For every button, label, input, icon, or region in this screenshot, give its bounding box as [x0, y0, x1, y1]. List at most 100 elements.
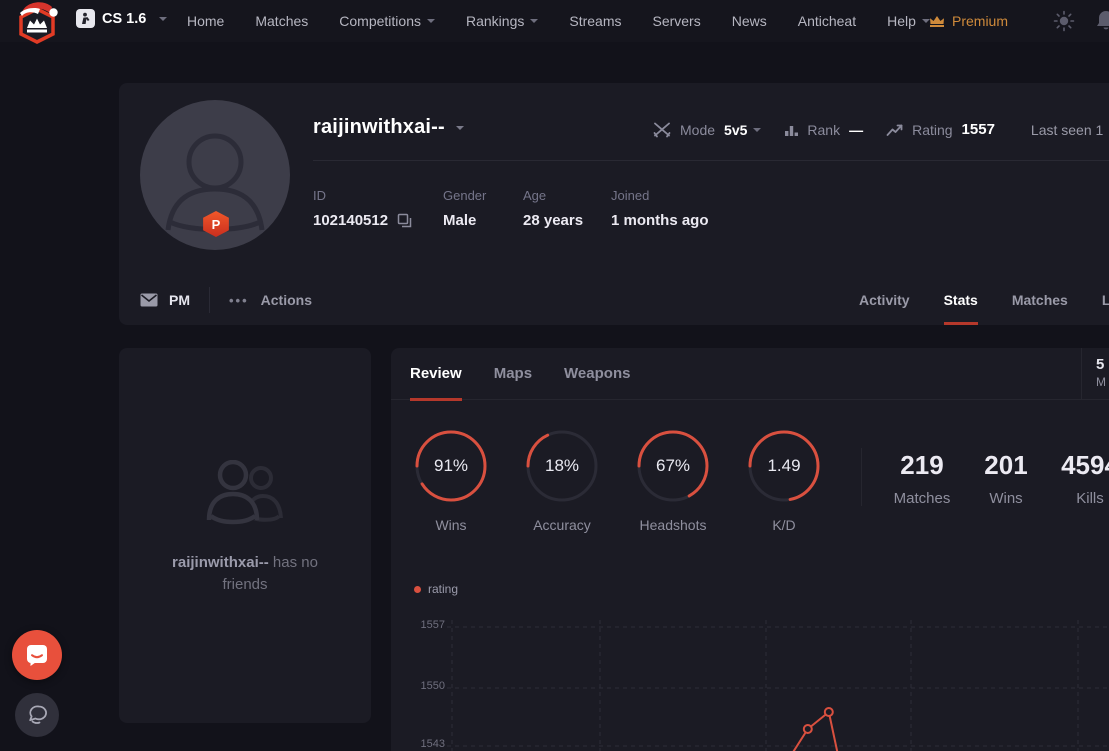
rating-trend-icon — [886, 123, 904, 137]
headshots-percent: 67% — [655, 456, 691, 475]
copy-icon[interactable] — [397, 213, 412, 228]
nav-rankings[interactable]: Rankings — [466, 13, 539, 29]
crossed-swords-icon — [653, 122, 672, 138]
nav-news[interactable]: News — [732, 13, 767, 29]
nav-help[interactable]: Help — [887, 13, 930, 29]
legend-dot-icon — [414, 585, 421, 593]
info-age: Age 28 years — [523, 188, 611, 229]
player-info-row: ID 102140512 Gender Male Age 28 years Jo… — [313, 188, 709, 229]
profile-tabs: Activity Stats Matches Le — [859, 275, 1109, 325]
player-meta-row: Mode 5v5 Rank — Rating 1557 Last seen 1 — [653, 121, 1103, 138]
divider — [861, 448, 862, 506]
chevron-down-icon — [426, 19, 435, 23]
chat-bubbles-icon — [29, 705, 47, 724]
nav-anticheat[interactable]: Anticheat — [798, 13, 856, 29]
chevron-down-icon — [159, 16, 168, 21]
wins-count: 201 — [984, 450, 1028, 480]
id-value: 102140512 — [313, 212, 389, 229]
wins-label: Wins — [435, 517, 467, 533]
envelope-icon — [140, 293, 158, 307]
game-label: CS 1.6 — [102, 10, 147, 27]
joined-label: Joined — [611, 188, 650, 203]
crown-icon — [930, 15, 944, 27]
last-seen-label: Last seen 1 — [1030, 121, 1104, 138]
nav-home[interactable]: Home — [187, 13, 224, 29]
joined-value: 1 months ago — [611, 212, 709, 229]
rating-value: 1557 — [961, 121, 995, 138]
mode-value[interactable]: 5v5 — [724, 122, 747, 138]
kd-label: K/D — [772, 517, 796, 533]
gender-label: Gender — [443, 188, 487, 203]
tab-review[interactable]: Review — [410, 348, 462, 401]
tab-activity[interactable]: Activity — [859, 275, 910, 325]
side-stat-value: 5 — [1096, 356, 1105, 373]
fastcup-logo-icon — [19, 2, 58, 44]
kills-label: Kills — [1076, 490, 1104, 507]
stats-tabs: Review Maps Weapons 5 M — [391, 348, 1109, 401]
notifications-bell-icon[interactable] — [1094, 9, 1109, 38]
totals-row: 219 Matches 201 Wins 4594 Kills — [880, 450, 1109, 507]
kills-count: 4594 — [1061, 450, 1109, 480]
chevron-down-icon[interactable] — [753, 127, 762, 132]
support-chat-button[interactable] — [12, 630, 62, 680]
accuracy-label: Accuracy — [533, 517, 591, 533]
actions-button[interactable]: ••• Actions — [229, 292, 312, 308]
cs16-game-icon — [76, 9, 95, 28]
chart-legend: rating — [414, 582, 458, 596]
pm-button[interactable]: PM — [140, 292, 190, 308]
age-value: 28 years — [523, 212, 584, 229]
profile-header-card: P raijinwithxai-- Mode 5v5 Rank — Rating… — [119, 83, 1109, 325]
ring-accuracy: 18% Accuracy — [507, 428, 617, 533]
nav-matches[interactable]: Matches — [255, 13, 308, 29]
tab-side-stat: 5 M — [1081, 348, 1109, 400]
total-kills: 4594 Kills — [1048, 450, 1109, 507]
tab-weapons[interactable]: Weapons — [564, 348, 630, 400]
chevron-down-icon[interactable] — [455, 125, 464, 130]
rating-line-series — [792, 711, 839, 751]
ellipsis-icon: ••• — [229, 292, 249, 308]
top-navbar: CS 1.6 Home Matches Competitions Ranking… — [0, 0, 1109, 44]
site-logo[interactable] — [13, 0, 61, 48]
accuracy-percent: 18% — [544, 456, 580, 475]
wins-percent: 91% — [433, 456, 469, 475]
player-name-row: raijinwithxai-- — [313, 116, 464, 139]
ring-kd: 1.49 K/D — [729, 428, 839, 533]
age-label: Age — [523, 188, 547, 203]
no-friends-text: raijinwithxai-- has no friends — [172, 554, 318, 593]
player-name: raijinwithxai-- — [313, 116, 445, 138]
ring-wins: 91% Wins — [396, 428, 506, 533]
stats-card: Review Maps Weapons 5 M 91% Wins 18% Acc… — [391, 348, 1109, 751]
tab-stats[interactable]: Stats — [943, 275, 979, 325]
id-label: ID — [313, 188, 326, 203]
rank-bars-icon — [784, 123, 799, 137]
nav-streams[interactable]: Streams — [569, 13, 621, 29]
gender-value: Male — [443, 212, 477, 229]
legend-rating-label: rating — [428, 582, 459, 596]
matches-label: Matches — [893, 490, 951, 507]
info-gender: Gender Male — [443, 188, 523, 229]
tab-matches[interactable]: Matches — [1012, 275, 1068, 325]
tab-maps[interactable]: Maps — [494, 348, 532, 400]
rating-label: Rating — [912, 121, 953, 138]
theme-toggle-sun-icon[interactable] — [1053, 10, 1075, 37]
nav-servers[interactable]: Servers — [652, 13, 700, 29]
headshots-label: Headshots — [639, 517, 707, 533]
tab-leaderboards[interactable]: Le — [1102, 275, 1109, 325]
nav-links: Home Matches Competitions Rankings Strea… — [187, 0, 930, 42]
nav-competitions[interactable]: Competitions — [339, 13, 435, 29]
wins-label: Wins — [989, 490, 1023, 507]
friends-player-name: raijinwithxai-- — [172, 554, 269, 571]
total-wins: 201 Wins — [964, 450, 1048, 507]
premium-link[interactable]: Premium — [929, 0, 1008, 42]
friends-card: raijinwithxai-- has no friends — [119, 348, 371, 723]
info-joined: Joined 1 months ago — [611, 188, 709, 229]
chevron-down-icon — [530, 19, 539, 23]
header-divider — [313, 160, 1109, 161]
messages-button[interactable] — [15, 693, 59, 737]
rank-value: — — [849, 121, 864, 138]
rating-chart — [447, 620, 1109, 751]
game-selector[interactable]: CS 1.6 — [76, 9, 168, 28]
friends-icon — [206, 460, 283, 525]
mode-label: Mode — [680, 121, 716, 138]
ring-headshots: 67% Headshots — [618, 428, 728, 533]
